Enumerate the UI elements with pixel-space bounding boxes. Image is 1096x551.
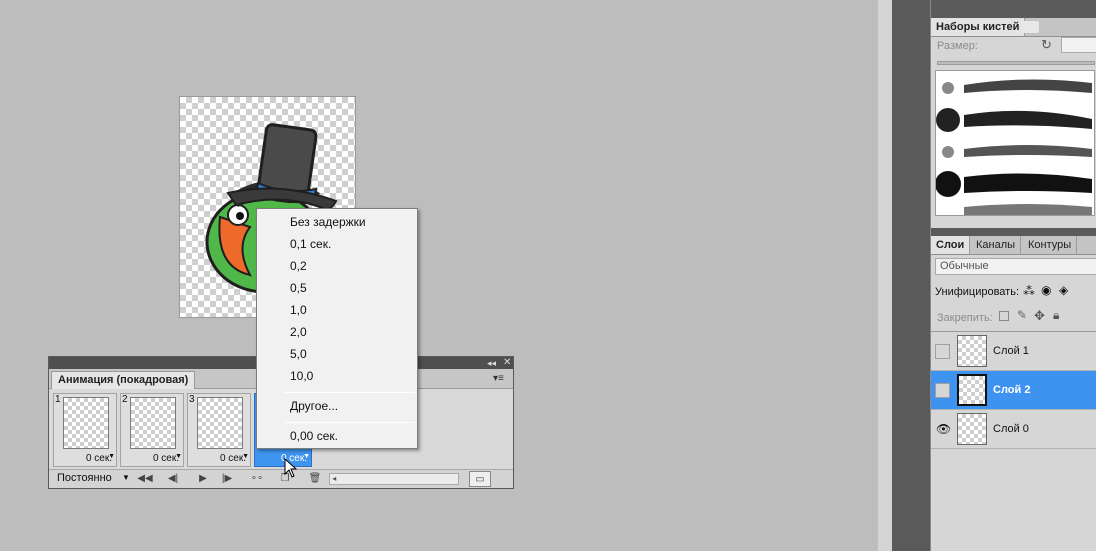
panel-options-icon[interactable] xyxy=(1021,21,1039,33)
menu-separator xyxy=(285,392,415,393)
chevron-down-icon[interactable]: ▼ xyxy=(175,453,182,460)
panel-header-bar xyxy=(931,228,1096,236)
play-icon[interactable]: ▶ xyxy=(195,471,211,487)
lock-label: Закрепить: xyxy=(937,312,993,324)
frame-thumbnail xyxy=(197,397,243,449)
lock-all-icon[interactable]: 🔒︎ xyxy=(1053,308,1059,323)
loop-select[interactable]: Постоянно xyxy=(57,472,112,484)
layer-thumbnail xyxy=(957,413,987,445)
lock-pixels-icon[interactable]: ✎ xyxy=(1017,308,1027,322)
layer-row-1[interactable]: Слой 1 xyxy=(931,332,1096,371)
brush-size-field[interactable] xyxy=(1061,37,1096,53)
timeline-scrollbar[interactable]: ◂ xyxy=(329,473,459,485)
layers-list: Слой 1 Слой 2 👁︎ Слой 0 xyxy=(931,331,1096,451)
menu-item-0-5[interactable]: 0,5 xyxy=(257,277,417,299)
layer-row-0[interactable]: 👁︎ Слой 0 xyxy=(931,410,1096,449)
layer-thumbnail xyxy=(957,374,987,406)
tween-icon[interactable]: ∘∘ xyxy=(249,471,265,487)
tab-animation[interactable]: Анимация (покадровая) xyxy=(51,371,196,389)
frame-thumbnail xyxy=(130,397,176,449)
brush-preset-item[interactable] xyxy=(936,137,1094,167)
unify-label: Унифицировать: xyxy=(935,286,1020,298)
panel-menu-icon[interactable]: ▾≡ xyxy=(493,373,504,384)
frame-delay[interactable]: 0 сек. xyxy=(188,453,250,464)
eye-icon[interactable]: 👁︎ xyxy=(936,422,951,436)
frame-delay[interactable]: 0 сек. xyxy=(54,453,116,464)
panel-header-bar xyxy=(931,0,1096,18)
brush-preset-item[interactable] xyxy=(935,169,1094,199)
tab-layers[interactable]: Слои xyxy=(931,236,971,254)
menu-item-0-1[interactable]: 0,1 сек. xyxy=(257,233,417,255)
delete-frame-icon[interactable]: 🗑︎ xyxy=(307,471,323,487)
brush-preset-item[interactable] xyxy=(936,105,1094,135)
panel-dock-strip xyxy=(892,0,930,551)
brush-size-label: Размер: xyxy=(937,40,978,52)
animation-frame-1[interactable]: 1 0 сек. ▼ xyxy=(53,393,117,467)
reset-size-icon[interactable]: ↻ xyxy=(1041,38,1053,51)
frame-number: 1 xyxy=(55,394,61,405)
prev-frame-icon[interactable]: ◀| xyxy=(165,471,181,487)
close-icon[interactable]: ✕ xyxy=(503,357,511,369)
right-panel-dock: Наборы кистей Размер: ↻ Слои Каналы Конт… xyxy=(930,0,1096,551)
first-frame-icon[interactable]: ◀◀ xyxy=(137,471,153,487)
frame-number: 3 xyxy=(189,394,195,405)
brush-stroke-icon xyxy=(936,108,1092,132)
animation-frame-2[interactable]: 2 0 сек. ▼ xyxy=(120,393,184,467)
layers-tabbar: Слои Каналы Контуры xyxy=(931,236,1096,255)
blend-mode-select[interactable]: Обычные xyxy=(935,258,1096,275)
collapse-icon[interactable]: ◂◂ xyxy=(487,357,496,369)
frame-thumbnail xyxy=(63,397,109,449)
menu-item-2-0[interactable]: 2,0 xyxy=(257,321,417,343)
chevron-down-icon[interactable]: ▼ xyxy=(122,473,130,482)
brush-stroke-icon xyxy=(942,145,1092,158)
menu-separator xyxy=(285,422,415,423)
next-frame-icon[interactable]: |▶ xyxy=(219,471,235,487)
unify-position-icon[interactable]: ⁂ xyxy=(1023,284,1035,298)
layer-name: Слой 2 xyxy=(993,384,1031,396)
tab-channels[interactable]: Каналы xyxy=(971,236,1022,254)
brush-presets-tabbar: Наборы кистей xyxy=(931,18,1096,37)
brush-stroke-icon xyxy=(942,79,1092,94)
layer-name: Слой 1 xyxy=(993,345,1029,357)
menu-item-1-0[interactable]: 1,0 xyxy=(257,299,417,321)
tab-paths[interactable]: Контуры xyxy=(1023,236,1078,254)
frame-number: 2 xyxy=(122,394,128,405)
mouse-cursor-icon xyxy=(284,458,298,478)
canvas-edge xyxy=(878,0,892,551)
brush-size-slider[interactable] xyxy=(937,61,1095,65)
frame-delay[interactable]: 0 сек. xyxy=(121,453,183,464)
layer-name: Слой 0 xyxy=(993,423,1029,435)
unify-visibility-icon[interactable]: ◉ xyxy=(1041,283,1051,297)
brush-preset-list[interactable] xyxy=(935,70,1095,216)
tab-brush-presets[interactable]: Наборы кистей xyxy=(931,18,1026,36)
menu-item-no-delay[interactable]: Без задержки xyxy=(257,211,417,233)
menu-item-current[interactable]: 0,00 сек. xyxy=(257,425,417,447)
chevron-down-icon[interactable]: ▼ xyxy=(108,453,115,460)
menu-item-other[interactable]: Другое... xyxy=(257,395,417,417)
frame-delay-menu: Без задержки 0,1 сек. 0,2 0,5 1,0 2,0 5,… xyxy=(256,208,418,449)
lock-position-icon[interactable]: ✥ xyxy=(1034,308,1045,324)
brush-preset-item[interactable] xyxy=(936,73,1094,103)
menu-item-10-0[interactable]: 10,0 xyxy=(257,365,417,387)
menu-item-0-2[interactable]: 0,2 xyxy=(257,255,417,277)
chevron-down-icon[interactable]: ▼ xyxy=(303,453,310,460)
visibility-toggle[interactable] xyxy=(935,383,950,398)
chevron-down-icon[interactable]: ▼ xyxy=(242,453,249,460)
unify-style-icon[interactable]: ◈ xyxy=(1059,283,1068,297)
layer-thumbnail xyxy=(957,335,987,367)
animation-frame-3[interactable]: 3 0 сек. ▼ xyxy=(187,393,251,467)
layer-row-2[interactable]: Слой 2 xyxy=(931,371,1096,410)
animation-controls: Постоянно ▼ ◀◀ ◀| ▶ |▶ ∘∘ ❐ 🗑︎ ◂ ▭ xyxy=(49,469,513,488)
visibility-toggle[interactable] xyxy=(935,344,950,359)
convert-timeline-icon[interactable]: ▭ xyxy=(469,471,491,487)
lock-transparency-icon[interactable] xyxy=(999,311,1009,321)
brush-preset-item[interactable] xyxy=(936,201,1094,215)
brush-stroke-icon xyxy=(935,171,1092,197)
menu-item-5-0[interactable]: 5,0 xyxy=(257,343,417,365)
brush-stroke-icon xyxy=(964,204,1092,215)
